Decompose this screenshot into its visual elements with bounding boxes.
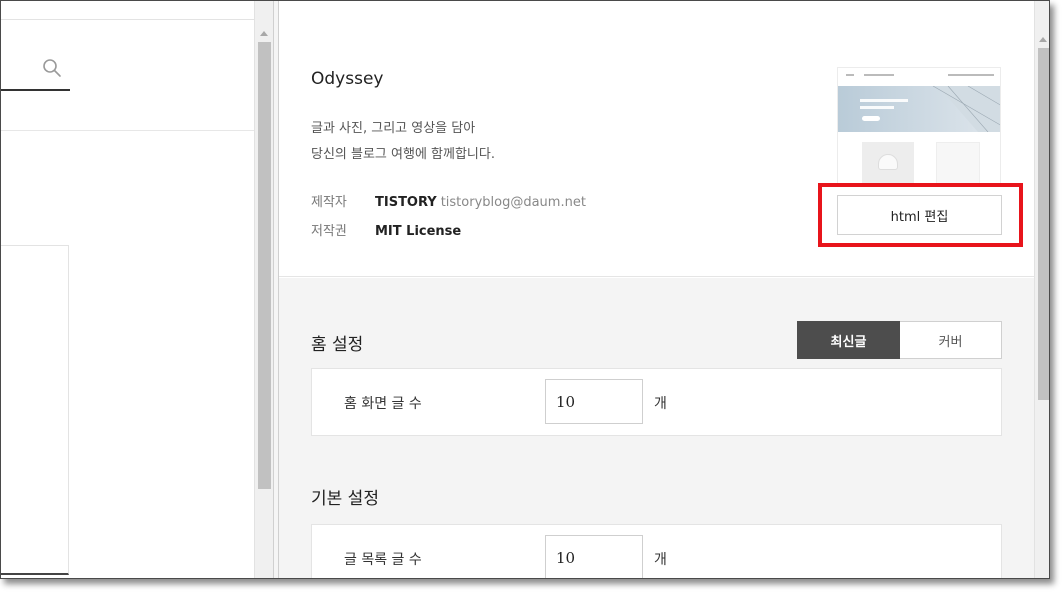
left-preview-box xyxy=(1,245,69,575)
list-posts-setting: 글 목록 글 수 개 xyxy=(311,524,1002,578)
home-mode-toggle: 최신글 커버 xyxy=(797,321,1002,359)
left-topbar xyxy=(1,1,254,20)
theme-description-line-2: 당신의 블로그 여행에 함께합니다. xyxy=(311,147,495,162)
tab-cover[interactable]: 커버 xyxy=(900,321,1002,359)
right-topbar xyxy=(279,1,1034,20)
search-icon[interactable] xyxy=(41,57,63,79)
list-posts-input[interactable] xyxy=(545,535,643,578)
author-email: tistoryblog@daum.net xyxy=(440,195,586,210)
scroll-up-icon[interactable] xyxy=(1039,37,1047,42)
right-scrollbar-thumb[interactable] xyxy=(1038,48,1049,400)
author-name: TISTORY xyxy=(375,195,437,210)
home-settings-title: 홈 설정 xyxy=(311,335,364,355)
theme-description-line-1: 글과 사진, 그리고 영상을 담아 xyxy=(311,121,476,136)
list-posts-label: 글 목록 글 수 xyxy=(344,552,422,568)
theme-name: Odyssey xyxy=(311,69,384,89)
left-scrollbar[interactable] xyxy=(254,1,273,578)
theme-author-row: 제작자 TISTORY tistoryblog@daum.net xyxy=(311,191,586,210)
tab-latest-posts[interactable]: 최신글 xyxy=(797,321,900,359)
basic-settings-title: 기본 설정 xyxy=(311,489,379,509)
scroll-up-icon[interactable] xyxy=(260,31,268,36)
home-posts-setting: 홈 화면 글 수 개 xyxy=(311,368,1002,436)
theme-thumbnail xyxy=(837,67,1001,187)
right-scrollbar[interactable] xyxy=(1034,1,1049,578)
license-label: 저작권 xyxy=(311,224,347,239)
highlight-annotation xyxy=(818,183,1023,247)
author-label: 제작자 xyxy=(311,195,347,210)
home-posts-label: 홈 화면 글 수 xyxy=(344,396,422,412)
settings-area: 홈 설정 최신글 커버 홈 화면 글 수 개 기본 설정 글 목록 글 수 개 xyxy=(279,278,1034,578)
home-posts-input[interactable] xyxy=(545,379,643,424)
license-value: MIT License xyxy=(375,224,462,239)
list-posts-unit: 개 xyxy=(654,552,667,568)
left-pane xyxy=(1,1,254,578)
theme-info-section: Odyssey 글과 사진, 그리고 영상을 담아 당신의 블로그 여행에 함께… xyxy=(279,20,1034,277)
left-scrollbar-thumb[interactable] xyxy=(258,42,271,489)
theme-description: 글과 사진, 그리고 영상을 담아 당신의 블로그 여행에 함께합니다. xyxy=(311,116,495,168)
home-posts-unit: 개 xyxy=(654,396,667,412)
theme-license-row: 저작권 MIT License xyxy=(311,220,461,239)
left-divider xyxy=(1,130,254,131)
screenshot-frame: Odyssey 글과 사진, 그리고 영상을 담아 당신의 블로그 여행에 함께… xyxy=(0,0,1050,579)
right-pane: Odyssey 글과 사진, 그리고 영상을 담아 당신의 블로그 여행에 함께… xyxy=(279,1,1034,578)
